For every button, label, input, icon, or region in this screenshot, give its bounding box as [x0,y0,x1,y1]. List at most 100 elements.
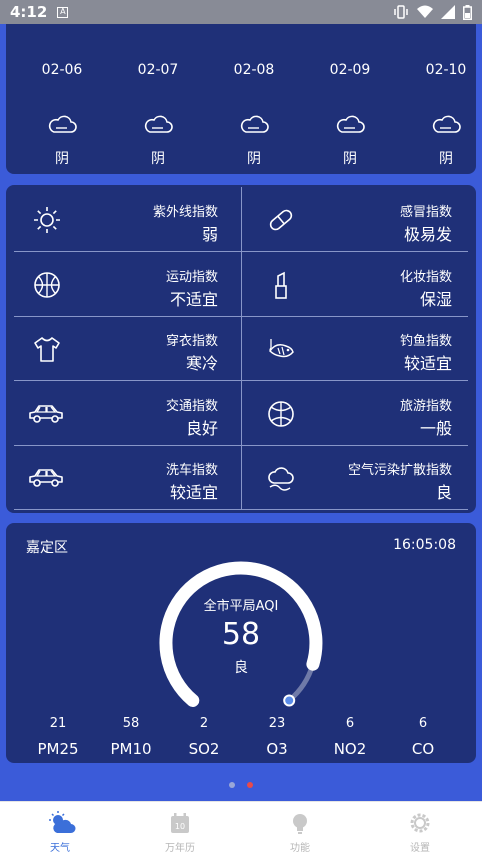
tshirt-icon [32,334,62,364]
aqi-gauge-knob [283,694,296,707]
pollutant-name: PM25 [37,740,79,758]
page-dot[interactable] [247,782,253,788]
life-index-name: 穿衣指数 [165,334,218,349]
aqi-district: 嘉定区 [26,540,68,556]
forecast-card: 02-06 阴 02-07 阴 02-08 阴 02-09 阴 02-10 阴 [6,24,476,174]
vibrate-icon [394,5,408,19]
aqi-card[interactable]: 嘉定区 16:05:08 全市平局AQI 58 良 21 PM25 58 PM10 2 S… [6,523,476,763]
car-icon [28,401,63,431]
forecast-date: 02-08 [233,62,275,78]
forecast-date: 02-06 [41,62,83,78]
tab-label: 功能 [290,843,310,854]
cloudy-icon [118,114,198,138]
life-index-item[interactable]: 紫外线指数弱 [10,187,240,251]
life-index-value: 不适宜 [169,290,218,309]
tab-gear[interactable]: 设置 [360,802,480,858]
forecast-date: 02-09 [329,62,371,78]
tab-weather[interactable]: 天气 [0,802,120,858]
life-index-name: 感冒指数 [399,205,452,220]
pollutant-value: 6 [418,716,428,731]
tab-label: 万年历 [165,843,195,854]
life-index-name: 交通指数 [165,399,218,414]
bulb-icon [288,811,312,835]
life-index-card: 紫外线指数弱感冒指数 极易发 运动指数 不适宜 化妆指数 保湿 穿衣指数 寒冷 钓鱼指数 较适宜交… [6,185,476,513]
pollutant-value: 21 [49,716,67,731]
life-index-item[interactable]: 运动指数 不适宜 [10,252,240,316]
fish-icon [266,334,296,364]
lipstick-icon [266,270,296,300]
life-index-name: 旅游指数 [399,399,452,414]
life-index-value: 弱 [201,225,218,244]
life-index-item[interactable]: 洗车指数 较适宜 [10,445,240,509]
grid-divider [241,187,242,509]
aqi-title: 全市平局AQI [203,599,279,614]
status-bar: 4:12 A [0,0,482,24]
pollutant-name: NO2 [333,740,367,758]
pollutant-name: O3 [266,740,288,758]
life-index-value: 一般 [419,419,452,438]
life-index-name: 空气污染扩散指数 [347,463,452,478]
life-index-value: 较适宜 [403,354,452,373]
life-index-item[interactable]: 空气污染扩散指数良 [244,445,474,509]
life-index-value: 极易发 [403,225,452,244]
pill-icon [266,205,296,235]
haze-icon [266,463,296,493]
life-index-name: 运动指数 [165,270,218,285]
life-index-item[interactable]: 化妆指数保湿 [244,252,474,316]
sun-icon [32,205,62,235]
ball-icon [266,399,296,429]
weather-icon [48,811,76,835]
cloudy-icon [406,114,482,138]
bottom-tab-bar: 天气 10 万年历 功能 设置 [0,801,482,858]
page-indicator [0,782,482,788]
page-dot[interactable] [229,782,235,788]
forecast-condition: 阴 [55,151,69,167]
forecast-date: 02-07 [137,62,179,78]
life-index-value: 良 [435,483,452,502]
forecast-date: 02-10 [425,62,467,78]
tab-bulb[interactable]: 功能 [240,802,360,858]
life-index-value: 寒冷 [185,354,218,373]
gear-icon [408,811,432,835]
life-index-name: 钓鱼指数 [399,334,452,349]
tab-label: 设置 [410,843,430,854]
calendar-icon: 10 [168,811,192,835]
cloudy-icon [310,114,390,138]
life-index-name: 紫外线指数 [152,205,218,220]
life-index-item[interactable]: 穿衣指数寒冷 [10,316,240,380]
cloudy-icon [214,114,294,138]
pollutant-value: 58 [122,716,140,731]
svg-text:10: 10 [175,822,185,831]
pollutant-value: 6 [345,716,355,731]
pollutant-value: 2 [199,716,209,731]
life-index-item[interactable]: 旅游指数一般 [244,381,474,445]
forecast-condition: 阴 [151,151,165,167]
pollutant-name: CO [411,740,435,758]
aqi-level: 良 [234,660,248,676]
life-index-value: 保湿 [419,290,452,309]
battery-icon [463,4,472,20]
forecast-condition: 阴 [247,151,261,167]
life-index-name: 洗车指数 [165,463,218,478]
grid-divider [14,509,468,510]
cloudy-icon [22,114,102,138]
wifi-icon [417,5,433,18]
forecast-condition: 阴 [439,151,453,167]
notification-a-icon: A [57,6,69,18]
signal-icon [441,5,455,19]
status-time: 4:12 [10,3,48,21]
pollutant-name: SO2 [188,740,220,758]
basketball-icon [32,270,62,300]
pollutant-name: PM10 [110,740,152,758]
pollutant-value: 23 [268,716,286,731]
car-icon [28,465,63,495]
life-index-item[interactable]: 感冒指数 极易发 [244,187,474,251]
life-index-name: 化妆指数 [399,270,452,285]
life-index-value: 较适宜 [169,483,218,502]
life-index-item[interactable]: 交通指数良好 [10,381,240,445]
life-index-item[interactable]: 钓鱼指数 较适宜 [244,316,474,380]
tab-calendar[interactable]: 10 万年历 [120,802,240,858]
forecast-condition: 阴 [343,151,357,167]
aqi-update-time: 16:05:08 [393,537,456,553]
life-index-value: 良好 [185,419,218,438]
